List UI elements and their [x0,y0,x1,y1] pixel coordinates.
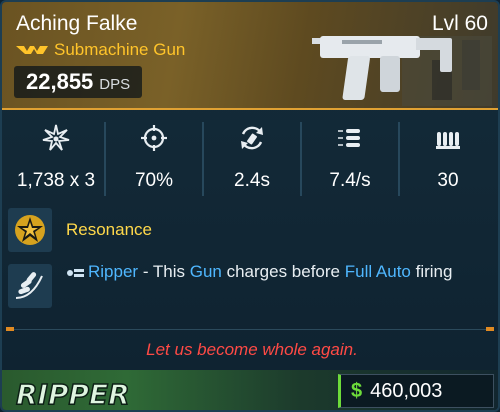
rarity-chevrons-icon [16,46,48,54]
stat-fire-rate-value: 7.4/s [329,170,371,191]
stat-magazine: 30 [400,122,496,196]
ripper-logo-icon [67,268,84,277]
perk-ripper: Ripper - This Gun charges before Full Au… [8,260,486,308]
dps-label: DPS [99,76,131,93]
rarity-row: Submachine Gun [16,40,185,60]
stat-damage: 1,738 x 3 [8,122,106,196]
ripper-manufacturer-logo: RIPPER [15,377,130,411]
stat-fire-rate: 7.4/s [302,122,400,196]
submachine-gun-image [312,36,492,106]
ripper-mode: Full Auto [344,262,411,281]
svg-text:RIPPER: RIPPER [16,378,130,411]
fire-rate-icon [338,129,360,147]
ripper-name: Ripper [88,262,139,281]
stat-accuracy-value: 70% [134,170,174,191]
card-footer: RIPPER $ 460,003 [2,370,498,411]
crosshair-icon [141,125,167,151]
resonance-star-icon [8,208,52,252]
magazine-icon [436,132,460,149]
perk-resonance: Resonance [8,208,152,252]
divider [6,327,494,331]
price-value: 460,003 [370,379,443,402]
ripper-text-3: firing [410,262,453,281]
ammo-belt-icon [8,264,52,308]
reload-icon [241,126,263,150]
weapon-type: Submachine Gun [54,40,186,59]
stat-damage-value: 1,738 x 3 [16,170,96,191]
stat-magazine-value: 30 [437,170,459,191]
damage-burst-icon [42,124,70,151]
ripper-text-1: - This [138,262,190,281]
dps-box: 22,855 DPS [14,66,143,98]
weapon-card: Aching Falke Lvl 60 Submachine Gun 22,85… [0,0,500,412]
stat-accuracy: 70% [106,122,204,196]
ripper-gun: Gun [189,262,222,281]
dps-value: 22,855 [26,69,94,94]
ripper-text-2: charges before [221,262,345,281]
stats-row: 1,738 x 3 70% 2.4s 7.4/s 30 [8,122,496,196]
weapon-name: Aching Falke [16,12,138,35]
flavor-text: Let us become whole again. [146,340,358,359]
price-box: $ 460,003 [338,374,494,408]
ripper-description: Ripper - This Gun charges before Full Au… [66,260,486,284]
stat-reload-value: 2.4s [234,170,270,191]
stat-reload: 2.4s [204,122,302,196]
card-header: Aching Falke Lvl 60 Submachine Gun 22,85… [2,2,498,110]
resonance-label: Resonance [66,220,153,239]
currency-symbol: $ [351,379,363,402]
